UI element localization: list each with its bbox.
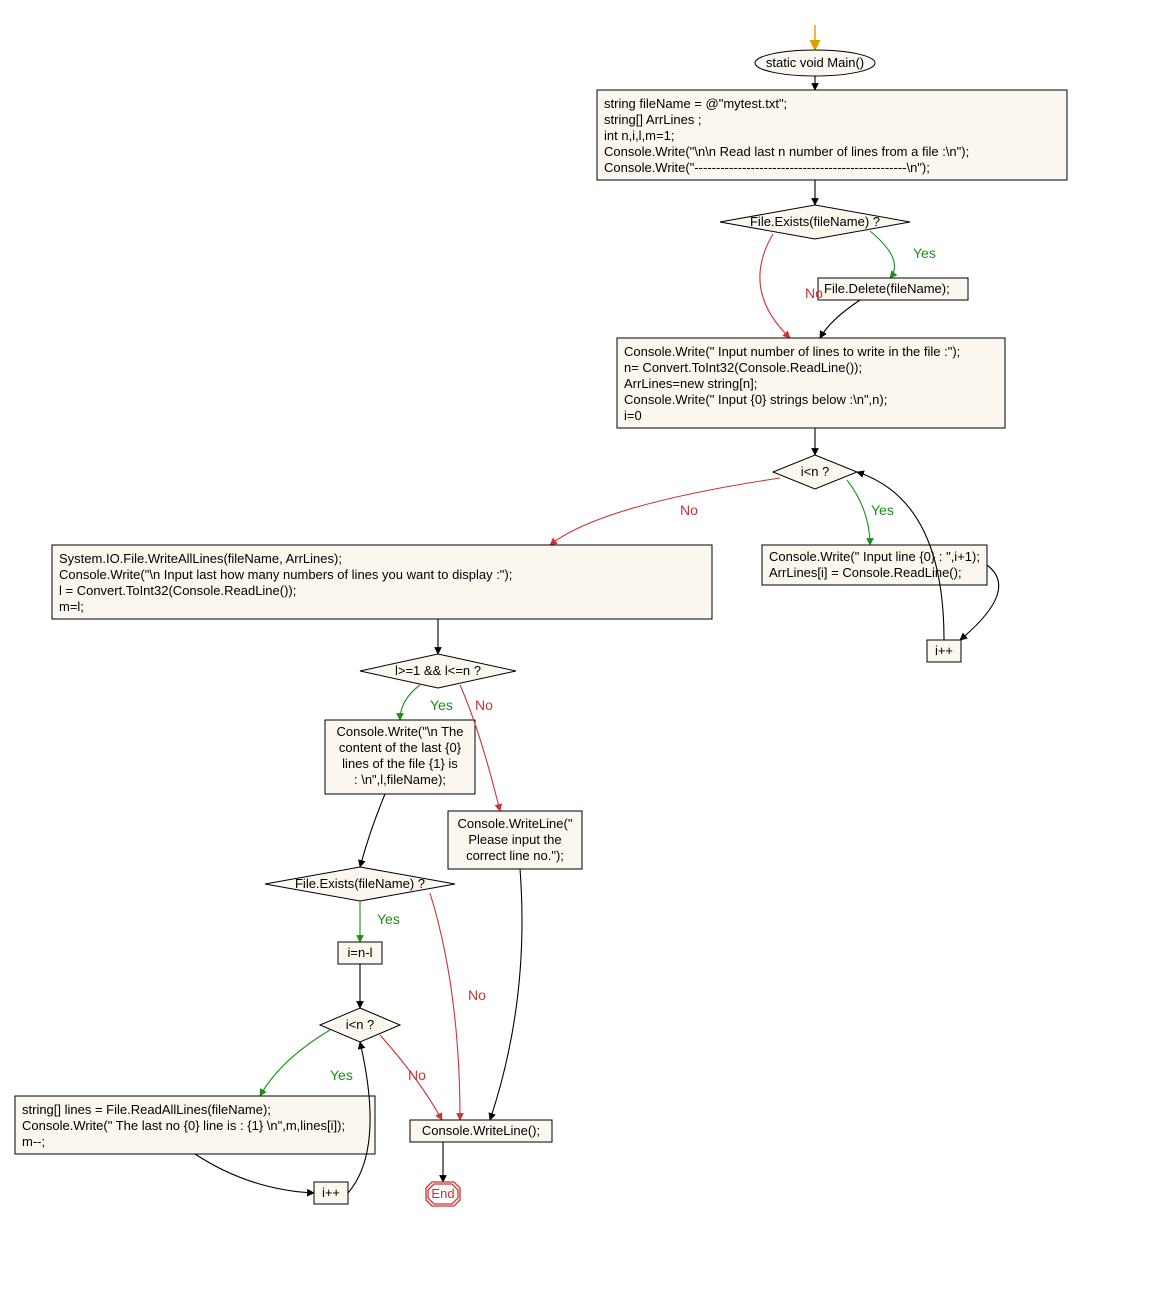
prompt5: i=0 bbox=[624, 408, 642, 423]
yes-label: Yes bbox=[430, 697, 453, 713]
yes-label: Yes bbox=[377, 911, 400, 927]
init-line3: int n,i,l,m=1; bbox=[604, 128, 674, 143]
after1d: m=l; bbox=[59, 599, 84, 614]
after1a: System.IO.File.WriteAllLines(fileName, A… bbox=[59, 551, 342, 566]
loop1a: Console.Write(" Input line {0} : ",i+1); bbox=[769, 549, 980, 564]
no-label: No bbox=[680, 502, 698, 518]
prompt2: n= Convert.ToInt32(Console.ReadLine()); bbox=[624, 360, 862, 375]
flowchart-canvas: static void Main() string fileName = @"m… bbox=[0, 0, 1173, 1305]
edge-yes bbox=[400, 685, 420, 720]
badline1: Console.WriteLine(" bbox=[458, 816, 573, 831]
prompt3: ArrLines=new string[n]; bbox=[624, 376, 757, 391]
incr2: i++ bbox=[322, 1185, 340, 1200]
init-line5: Console.Write("-------------------------… bbox=[604, 160, 930, 175]
decision-i-lt-n-2-label: i<n ? bbox=[346, 1017, 375, 1032]
no-label: No bbox=[805, 285, 823, 301]
content-text1: Console.Write("\n The bbox=[337, 724, 464, 739]
decision-l-range-label: l>=1 && l<=n ? bbox=[395, 663, 481, 678]
setnl: i=n-l bbox=[348, 945, 373, 960]
yes-label: Yes bbox=[913, 245, 936, 261]
content-text3: lines of the file {1} is bbox=[342, 756, 458, 771]
edge-no bbox=[760, 234, 790, 338]
content-text4: : \n",l,fileName); bbox=[354, 772, 446, 787]
decision-file-exists-1-label: File.Exists(fileName) ? bbox=[750, 214, 880, 229]
decision-file-exists-2-label: File.Exists(fileName) ? bbox=[295, 876, 425, 891]
edge-yes bbox=[870, 231, 895, 278]
loop2a: string[] lines = File.ReadAllLines(fileN… bbox=[22, 1102, 271, 1117]
edge bbox=[360, 794, 385, 867]
edge-yes bbox=[260, 1030, 330, 1096]
after1b: Console.Write("\n Input last how many nu… bbox=[59, 567, 512, 582]
decision-i-lt-n-1-label: i<n ? bbox=[801, 464, 830, 479]
edge bbox=[820, 300, 860, 338]
yes-label: Yes bbox=[871, 502, 894, 518]
no-label: No bbox=[475, 697, 493, 713]
loop2b: Console.Write(" The last no {0} line is … bbox=[22, 1118, 345, 1133]
badline2: Please input the bbox=[468, 832, 561, 847]
init-line2: string[] ArrLines ; bbox=[604, 112, 702, 127]
no-label: No bbox=[468, 987, 486, 1003]
yes-label: Yes bbox=[330, 1067, 353, 1083]
prompt4: Console.Write(" Input {0} strings below … bbox=[624, 392, 887, 407]
prompt1: Console.Write(" Input number of lines to… bbox=[624, 344, 960, 359]
after1c: l = Convert.ToInt32(Console.ReadLine()); bbox=[59, 583, 296, 598]
edge bbox=[490, 869, 522, 1120]
incr1: i++ bbox=[935, 643, 953, 658]
init-line4: Console.Write("\n\n Read last n number o… bbox=[604, 144, 969, 159]
edge-no bbox=[550, 478, 780, 545]
badline3: correct line no."); bbox=[466, 848, 564, 863]
wl: Console.WriteLine(); bbox=[422, 1123, 540, 1138]
edge-no bbox=[430, 893, 460, 1120]
content-text2: content of the last {0} bbox=[339, 740, 462, 755]
delete-text: File.Delete(fileName); bbox=[824, 281, 950, 296]
no-label: No bbox=[408, 1067, 426, 1083]
edge-yes bbox=[847, 480, 870, 545]
end-label: End bbox=[431, 1186, 454, 1201]
edge bbox=[195, 1154, 314, 1193]
loop2c: m--; bbox=[22, 1134, 45, 1149]
start-label: static void Main() bbox=[766, 55, 864, 70]
loop1b: ArrLines[i] = Console.ReadLine(); bbox=[769, 565, 962, 580]
init-line1: string fileName = @"mytest.txt"; bbox=[604, 96, 787, 111]
